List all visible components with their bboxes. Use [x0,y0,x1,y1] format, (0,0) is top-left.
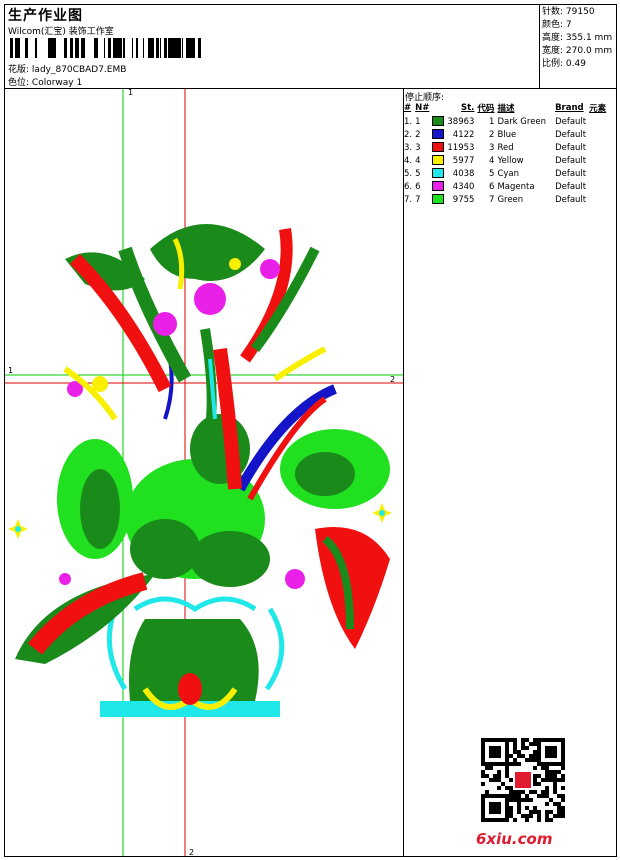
header-stats-divider [539,4,540,88]
color-row: 4. 4 5977 4 Yellow Default [404,155,587,166]
color-swatch [432,116,445,127]
stat-colors: 颜色: 7 [542,20,572,30]
col-index: # [404,103,412,113]
design-name-value: lady_870CBAD7.EMB [31,65,127,75]
col-brand: Brand [555,103,584,113]
color-row: 7. 7 9755 7 Green Default [404,194,587,205]
color-swatch [432,142,445,153]
axis-label-h2: 2 [390,375,396,384]
design-name-label: 花版: [8,65,30,75]
qr-code [481,738,565,822]
star-right [372,503,392,523]
page-title: 生产作业图 [8,8,83,24]
watermark-site: 6xiu.com [476,830,553,848]
top-leaf [150,224,265,281]
colorway-label: 色位: [8,78,30,88]
color-swatch [432,129,445,140]
color-row: 5. 5 4038 5 Cyan Default [404,168,587,179]
col-code: 代码 [477,104,495,114]
color-row: 6. 6 4340 6 Magenta Default [404,181,587,192]
color-row: 2. 2 4122 2 Blue Default [404,129,587,140]
col-n: N# [415,103,430,113]
axis-label-h1: 1 [8,366,14,375]
axis-label-v1: 1 [128,88,134,97]
embroidery-design-preview [5,89,403,856]
stop-sequence-table: # N# St. 代码 描述 Brand 元素 1. 1 38963 1 Dark Gr… [404,102,609,206]
col-element: 元素 [589,104,607,114]
colorway-value: Colorway 1 [31,78,83,88]
magenta-flower [194,283,226,315]
color-swatch [432,194,445,205]
stat-stitches: 针数: 79150 [542,7,595,17]
col-desc: 描述 [497,104,515,114]
stat-scale: 比例: 0.49 [542,59,586,69]
color-swatch [432,168,445,179]
color-swatch [432,155,445,166]
col-stitches: St. [461,103,475,113]
software-subtitle: Wilcom(汇宝) 装饰工作室 [8,27,114,37]
stat-height: 高度: 355.1 mm [542,33,613,43]
color-swatch [432,181,445,192]
star-left [8,519,28,539]
barcode [10,38,201,58]
color-row: 1. 1 38963 1 Dark Green Default [404,116,587,127]
design-name-row: 花版: lady_870CBAD7.EMB [8,62,126,75]
axis-label-v2: 2 [189,848,195,857]
colorway-row: 色位: Colorway 1 [8,75,82,88]
color-row: 3. 3 11953 3 Red Default [404,142,587,153]
stat-width: 宽度: 270.0 mm [542,46,613,56]
stats-panel: 针数: 79150 颜色: 7 高度: 355.1 mm 宽度: 270.0 m… [542,6,612,71]
